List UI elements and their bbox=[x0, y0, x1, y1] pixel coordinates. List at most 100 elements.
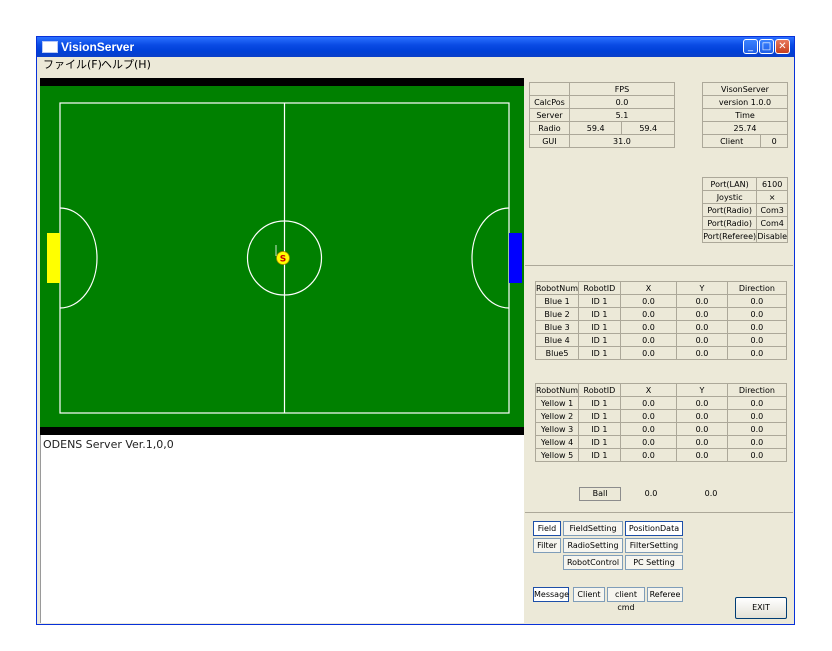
time-value: 25.74 bbox=[702, 121, 788, 135]
robot-id: ID 1 bbox=[578, 307, 621, 321]
port-value: 6100 bbox=[756, 177, 788, 191]
robot-dir: 0.0 bbox=[726, 346, 788, 360]
robot-y: 0.0 bbox=[676, 435, 728, 449]
menu-file[interactable]: ファイル(F) bbox=[43, 57, 102, 73]
col-header: RobotID bbox=[578, 281, 621, 295]
robot-id: ID 1 bbox=[578, 320, 621, 334]
tab-position-data[interactable]: PositionData bbox=[625, 521, 683, 536]
yellow-robots-table: RobotNum RobotID X Y Direction Yellow 1I… bbox=[534, 383, 788, 462]
robot-num: Yellow 1 bbox=[534, 396, 580, 410]
tab-client-cmd[interactable]: client cmd bbox=[607, 587, 645, 612]
client-count: 0 bbox=[760, 134, 788, 148]
robot-id: ID 1 bbox=[578, 448, 621, 462]
robot-y: 0.0 bbox=[676, 294, 728, 308]
col-header: Y bbox=[676, 383, 728, 397]
title-bar[interactable]: VisionServer _ □ ✕ bbox=[37, 37, 794, 57]
tab-message[interactable]: Message bbox=[533, 587, 569, 602]
table-row: Blue5 ID 1 0.0 0.0 0.0 bbox=[534, 346, 788, 360]
tab-filter-setting[interactable]: FilterSetting bbox=[625, 538, 683, 553]
table-row: Yellow 3 ID 1 0.0 0.0 0.0 bbox=[534, 422, 788, 436]
separator bbox=[525, 512, 793, 513]
port-label: Port(Radio) bbox=[701, 216, 758, 230]
fps-table: FPS CalcPos 0.0 Server 5.1 Radio 59.4 59.4 G… bbox=[529, 82, 676, 148]
robot-id: ID 1 bbox=[578, 294, 621, 308]
robot-id: ID 1 bbox=[578, 346, 621, 360]
window-title: VisionServer bbox=[61, 40, 135, 54]
tab-referee[interactable]: Referee bbox=[647, 587, 683, 602]
robot-y: 0.0 bbox=[676, 307, 728, 321]
table-row: Yellow 5 ID 1 0.0 0.0 0.0 bbox=[534, 448, 788, 462]
robot-num: Blue 4 bbox=[534, 333, 580, 347]
port-value: Disable bbox=[756, 229, 788, 243]
fps-title: FPS bbox=[568, 82, 676, 96]
port-value: Com3 bbox=[756, 203, 788, 217]
col-header: X bbox=[619, 383, 678, 397]
soccer-field[interactable]: S bbox=[40, 78, 524, 435]
table-row: Blue 2 ID 1 0.0 0.0 0.0 bbox=[534, 307, 788, 321]
right-panel: FPS CalcPos 0.0 Server 5.1 Radio 59.4 59.4 G… bbox=[525, 78, 793, 623]
minimize-button[interactable]: _ bbox=[743, 39, 758, 54]
fps-gui-value: 31.0 bbox=[568, 134, 676, 148]
tab-filter[interactable]: Filter bbox=[533, 538, 561, 553]
port-label: Port(LAN) bbox=[701, 177, 758, 191]
robot-x: 0.0 bbox=[619, 396, 678, 410]
fps-row-label: GUI bbox=[529, 134, 570, 148]
robot-x: 0.0 bbox=[619, 448, 678, 462]
fps-row-label: Server bbox=[529, 108, 570, 122]
ports-table: Port(LAN) 6100 Joystic × Port(Radio) Com3 P… bbox=[701, 177, 788, 243]
robot-dir: 0.0 bbox=[726, 435, 788, 449]
table-row: Yellow 2 ID 1 0.0 0.0 0.0 bbox=[534, 409, 788, 423]
close-button[interactable]: ✕ bbox=[775, 39, 790, 54]
tab-field[interactable]: Field bbox=[533, 521, 561, 536]
port-value: × bbox=[756, 190, 788, 204]
robot-x: 0.0 bbox=[619, 435, 678, 449]
robot-y: 0.0 bbox=[676, 448, 728, 462]
robot-x: 0.0 bbox=[619, 346, 678, 360]
port-label: Port(Radio) bbox=[701, 203, 758, 217]
tab-radio-setting[interactable]: RadioSetting bbox=[563, 538, 623, 553]
robot-x: 0.0 bbox=[619, 333, 678, 347]
col-header: Direction bbox=[726, 281, 788, 295]
port-label: Port(Referee) bbox=[701, 229, 758, 243]
table-row: Yellow 4 ID 1 0.0 0.0 0.0 bbox=[534, 435, 788, 449]
robot-dir: 0.0 bbox=[726, 307, 788, 321]
robot-id: ID 1 bbox=[578, 435, 621, 449]
tab-field-setting[interactable]: FieldSetting bbox=[563, 521, 623, 536]
time-label: Time bbox=[702, 108, 788, 122]
menu-bar: ファイル(F) ヘルプ(H) bbox=[37, 57, 794, 73]
robot-dir: 0.0 bbox=[726, 294, 788, 308]
fps-calcpos-value: 0.0 bbox=[568, 95, 676, 109]
ball-label: S bbox=[280, 255, 286, 265]
message-log[interactable]: ODENS Server Ver.1,0,0 bbox=[40, 435, 524, 623]
menu-help[interactable]: ヘルプ(H) bbox=[101, 57, 151, 73]
robot-dir: 0.0 bbox=[726, 422, 788, 436]
robot-num: Yellow 3 bbox=[534, 422, 580, 436]
col-header: X bbox=[619, 281, 678, 295]
exit-button[interactable]: EXIT bbox=[735, 597, 787, 619]
ball-x-value: 0.0 bbox=[644, 489, 658, 498]
robot-num: Blue 3 bbox=[534, 320, 580, 334]
col-header: Direction bbox=[726, 383, 788, 397]
port-label: Joystic bbox=[701, 190, 758, 204]
tab-pc-setting[interactable]: PC Setting bbox=[625, 555, 683, 570]
fps-radio-value-1: 59.4 bbox=[568, 121, 623, 135]
robot-y: 0.0 bbox=[676, 409, 728, 423]
robot-y: 0.0 bbox=[676, 422, 728, 436]
fps-row-label: CalcPos bbox=[529, 95, 570, 109]
tab-client[interactable]: Client bbox=[573, 587, 605, 602]
robot-num: Blue5 bbox=[534, 346, 580, 360]
yellow-goal bbox=[47, 233, 60, 283]
robot-y: 0.0 bbox=[676, 333, 728, 347]
log-line: ODENS Server Ver.1,0,0 bbox=[43, 438, 174, 451]
robot-dir: 0.0 bbox=[726, 409, 788, 423]
tab-robot-control[interactable]: RobotControl bbox=[563, 555, 623, 570]
robot-id: ID 1 bbox=[578, 422, 621, 436]
robot-dir: 0.0 bbox=[726, 320, 788, 334]
col-header: RobotNum bbox=[534, 383, 580, 397]
field-view: S bbox=[40, 78, 524, 435]
fps-radio-value-2: 59.4 bbox=[621, 121, 675, 135]
maximize-button[interactable]: □ bbox=[759, 39, 774, 54]
col-header: RobotNum bbox=[534, 281, 580, 295]
app-icon bbox=[42, 41, 58, 53]
robot-x: 0.0 bbox=[619, 294, 678, 308]
